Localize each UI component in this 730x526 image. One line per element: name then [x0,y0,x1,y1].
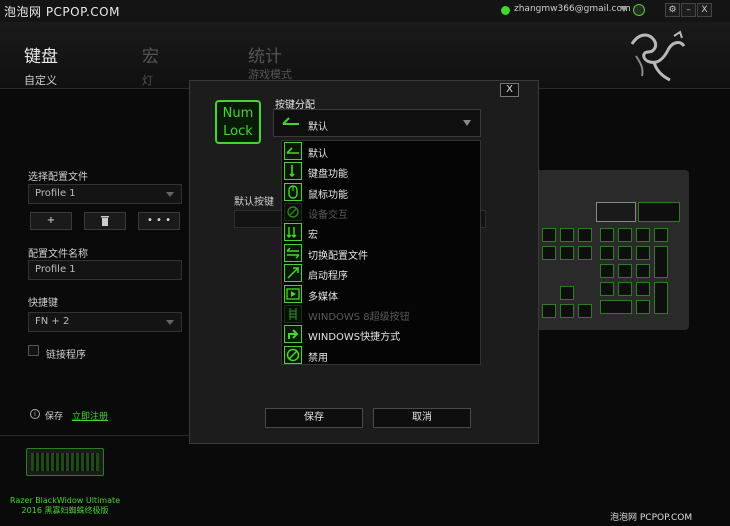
close-window-button[interactable]: X [697,3,712,17]
option-windows8-charms[interactable]: WINDOWS 8超级按钮 [282,304,479,324]
subtab-customize[interactable]: 自定义 [24,72,57,88]
device-name-line1: Razer BlackWidow Ultimate [9,496,121,505]
tab-stats[interactable]: 统计 [248,42,282,67]
option-label: 鼠标功能 [308,190,348,201]
online-status-icon [501,6,510,15]
add-profile-button[interactable]: + [30,212,72,230]
chevron-down-icon [166,320,174,325]
option-label: 设备交互 [308,210,348,221]
option-mouse-function[interactable]: 鼠标功能 [282,182,479,202]
option-label: 默认 [308,149,328,160]
account-dropdown-icon[interactable] [620,6,628,12]
option-default[interactable]: 默认 [282,141,479,161]
delete-profile-button[interactable] [84,212,126,230]
macro-icon [284,223,302,241]
sync-label: 保存 [45,412,64,422]
chevron-down-icon [463,120,471,126]
settings-button[interactable]: ⚙ [665,3,680,17]
profile-select-label: 选择配置文件 [28,172,88,183]
account-email[interactable]: zhangmw366@gmail.com [514,4,631,14]
avatar[interactable] [633,4,645,16]
device-name: Razer BlackWidow Ultimate 2016 黑寡妇蜘蛛终极版 [0,496,130,516]
option-launch-program[interactable]: 启动程序 [282,263,479,283]
device-thumbnail[interactable] [26,448,104,476]
hotkey-select[interactable]: FN + 2 [28,312,182,332]
link-program-checkbox[interactable] [28,345,39,356]
footer-watermark: 泡泡网 PCPOP.COM [610,513,693,523]
windows-shortcut-icon [284,325,302,343]
disable-icon [284,346,302,364]
minimize-button[interactable]: – [681,3,696,17]
close-dialog-button[interactable]: X [500,83,519,97]
option-disable[interactable]: 禁用 [282,345,479,365]
option-label: 禁用 [308,353,328,364]
option-keyboard-function[interactable]: 键盘功能 [282,161,479,181]
profile-select[interactable]: Profile 1 [28,184,182,204]
selected-key-badge: Num Lock [215,100,261,144]
profile-name-label: 配置文件名称 [28,249,88,260]
keyboard-function-icon [284,162,302,180]
profile-select-value: Profile 1 [35,188,76,199]
switch-profile-icon [284,244,302,262]
hotkey-value: FN + 2 [35,316,70,327]
default-key-label: 默认按键 [234,197,274,208]
tab-keyboard[interactable]: 键盘 [24,42,58,67]
cancel-button[interactable]: 取消 [373,408,471,428]
link-program-label: 链接程序 [46,350,86,361]
profile-name-value: Profile 1 [35,264,76,275]
inter-device-icon [284,203,302,221]
assignment-value: 默认 [308,122,328,133]
razer-logo-icon [630,30,686,82]
watermark: 泡泡网 PCPOP.COM [4,5,120,19]
option-label: WINDOWS快捷方式 [308,332,401,343]
info-icon: i [30,409,40,419]
hotkey-label: 快捷键 [28,298,58,309]
option-label: 切换配置文件 [308,251,368,262]
option-multimedia[interactable]: 多媒体 [282,284,479,304]
chevron-down-icon [166,192,174,197]
option-label: 宏 [308,230,318,241]
profile-name-field[interactable]: Profile 1 [28,260,182,280]
option-windows-shortcut[interactable]: WINDOWS快捷方式 [282,324,479,344]
top-nav [0,22,730,88]
default-icon [284,142,302,160]
trash-icon [101,216,109,226]
option-macro[interactable]: 宏 [282,222,479,242]
tab-macro[interactable]: 宏 [142,42,159,67]
more-options-button[interactable]: • • • [138,212,180,230]
device-name-line2: 2016 黑寡妇蜘蛛终极版 [21,506,109,515]
multimedia-icon [284,285,302,303]
mouse-icon [284,183,302,201]
save-button[interactable]: 保存 [265,408,363,428]
keyboard-preview[interactable] [534,170,689,330]
register-link[interactable]: 立即注册 [72,409,108,422]
key-name-line2: Lock [223,124,253,139]
launch-program-icon [284,264,302,282]
subtab-lighting[interactable]: 灯 [142,72,153,88]
default-icon [282,117,299,125]
option-label: 多媒体 [308,292,338,303]
windows8-charms-icon [284,305,302,323]
option-label: WINDOWS 8超级按钮 [308,312,410,323]
divider [0,435,190,436]
option-inter-device[interactable]: 设备交互 [282,202,479,222]
option-switch-profile[interactable]: 切换配置文件 [282,243,479,263]
option-label: 启动程序 [308,271,348,282]
key-name-line1: Num [222,106,254,121]
option-label: 键盘功能 [308,169,348,180]
assignment-select[interactable] [273,109,481,137]
